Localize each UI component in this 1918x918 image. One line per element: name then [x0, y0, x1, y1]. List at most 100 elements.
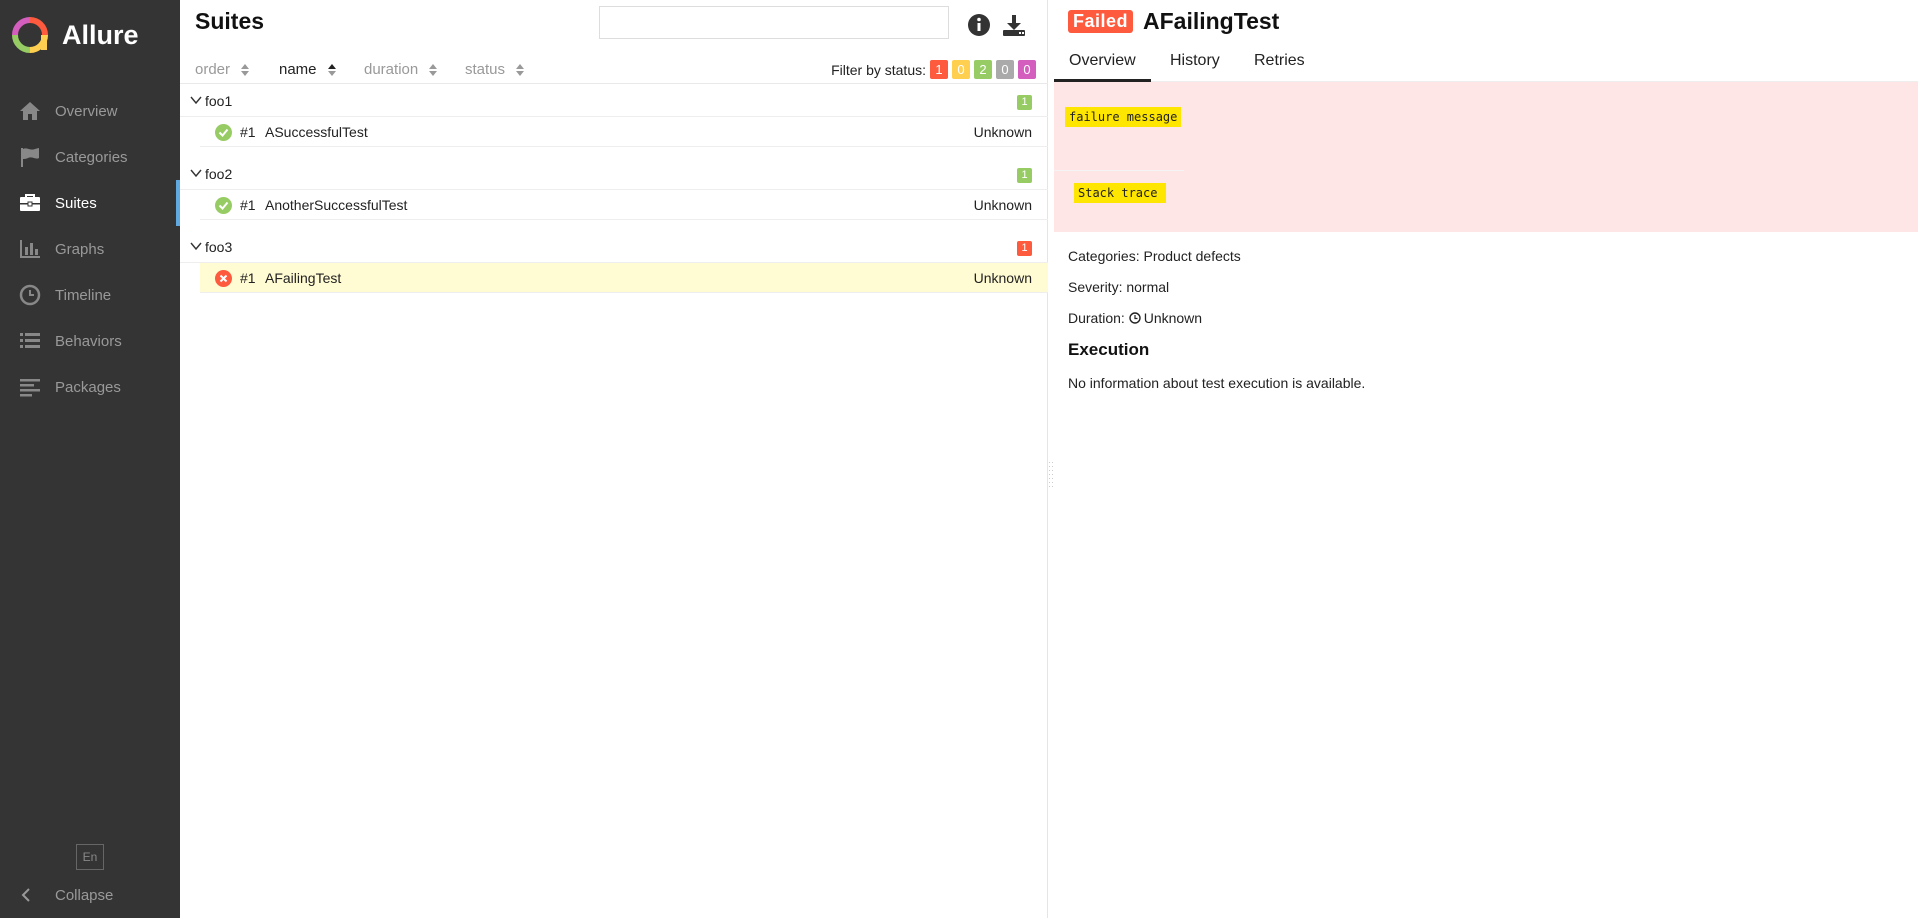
- allure-logo-icon: [12, 17, 48, 53]
- suite-group-foo3[interactable]: foo3 1: [180, 231, 1048, 263]
- passed-icon: [215, 124, 232, 141]
- align-left-icon: [20, 379, 40, 397]
- flag-icon: [21, 148, 39, 167]
- brand[interactable]: Allure: [0, 0, 180, 70]
- search-input[interactable]: [599, 6, 949, 39]
- execution-text: No information about test execution is a…: [1068, 375, 1366, 391]
- chevron-down-icon: [190, 96, 202, 105]
- suite-group-foo1[interactable]: foo1 1: [180, 85, 1048, 117]
- test-number: #1: [240, 270, 256, 286]
- sidebar-item-label: Behaviors: [55, 332, 122, 350]
- table-row[interactable]: #1 ASuccessfulTest Unknown: [200, 117, 1048, 147]
- filter-unknown[interactable]: 0: [1018, 60, 1036, 79]
- collapse-label: Collapse: [55, 886, 114, 904]
- filter-skipped[interactable]: 0: [996, 60, 1014, 79]
- test-number: #1: [240, 197, 256, 213]
- severity-value: normal: [1126, 279, 1170, 295]
- test-name: ASuccessfulTest: [265, 124, 368, 140]
- sidebar-item-label: Categories: [55, 148, 128, 166]
- group-count: 1: [1017, 241, 1032, 256]
- testcase-header: Failed AFailingTest: [1068, 8, 1279, 35]
- sidebar-item-label: Suites: [55, 194, 97, 212]
- sidebar-item-suites[interactable]: Suites: [0, 180, 180, 226]
- test-number: #1: [240, 124, 256, 140]
- sidebar-item-timeline[interactable]: Timeline: [0, 272, 180, 318]
- duration-field: Duration: Unknown: [1068, 310, 1202, 326]
- passed-icon: [215, 197, 232, 214]
- sort-label: duration: [364, 61, 419, 78]
- sidebar-item-overview[interactable]: Overview: [0, 88, 180, 134]
- sort-status[interactable]: status: [465, 61, 525, 78]
- briefcase-icon: [20, 194, 40, 211]
- error-divider: [1054, 170, 1184, 171]
- sort-label: order: [195, 61, 231, 78]
- filter-label: Filter by status:: [831, 61, 926, 78]
- chevron-down-icon: [190, 169, 202, 178]
- download-icon[interactable]: [1002, 13, 1026, 37]
- group-name: foo1: [205, 93, 233, 109]
- duration-label: Duration:: [1068, 310, 1125, 326]
- list-icon: [20, 333, 40, 348]
- bar-chart-icon: [20, 240, 40, 258]
- sort-order[interactable]: order: [195, 61, 250, 78]
- sort-arrows-icon: [516, 63, 525, 76]
- sort-arrows-icon: [241, 63, 250, 76]
- test-name: AFailingTest: [265, 270, 342, 286]
- test-duration: Unknown: [973, 270, 1032, 286]
- filter-passed[interactable]: 2: [974, 60, 992, 79]
- group-count: 1: [1017, 95, 1032, 110]
- categories-value: Product defects: [1143, 248, 1241, 264]
- sort-name[interactable]: name: [279, 61, 337, 78]
- chevron-left-icon: [21, 888, 30, 902]
- tab-history[interactable]: History: [1155, 52, 1235, 82]
- sidebar: Allure Overview Categories Suites Graphs…: [0, 0, 180, 918]
- severity-field: Severity: normal: [1068, 279, 1169, 295]
- sidebar-item-graphs[interactable]: Graphs: [0, 226, 180, 272]
- duration-value: Unknown: [1143, 310, 1203, 326]
- info-icon[interactable]: [967, 13, 991, 37]
- page-title: Suites: [195, 8, 265, 34]
- sort-label: status: [465, 61, 506, 78]
- table-row[interactable]: #1 AFailingTest Unknown: [200, 263, 1048, 293]
- filter-failed[interactable]: 1: [930, 60, 948, 79]
- test-duration: Unknown: [973, 124, 1032, 140]
- sidebar-item-packages[interactable]: Packages: [0, 364, 180, 410]
- failed-icon: [215, 270, 232, 287]
- group-name: foo2: [205, 166, 233, 182]
- test-name: AnotherSuccessfulTest: [265, 197, 408, 213]
- stack-trace-toggle[interactable]: Stack trace: [1074, 183, 1167, 203]
- failure-details: failure message Stack trace: [1054, 82, 1918, 232]
- sidebar-item-categories[interactable]: Categories: [0, 134, 180, 180]
- status-filter: Filter by status: 1 0 2 0 0: [831, 60, 1036, 79]
- sort-arrows-icon: [327, 63, 336, 76]
- sidebar-item-label: Overview: [55, 102, 118, 120]
- tab-overview[interactable]: Overview: [1054, 52, 1151, 82]
- brand-name: Allure: [62, 19, 139, 50]
- home-icon: [20, 102, 40, 120]
- sidebar-nav: Overview Categories Suites Graphs Timeli…: [0, 88, 180, 410]
- categories-field: Categories: Product defects: [1068, 248, 1241, 264]
- tab-retries[interactable]: Retries: [1239, 52, 1320, 82]
- suite-group-foo2[interactable]: foo2 1: [180, 158, 1048, 190]
- sidebar-item-behaviors[interactable]: Behaviors: [0, 318, 180, 364]
- failure-message: failure message: [1065, 107, 1182, 127]
- collapse-button[interactable]: Collapse: [18, 884, 113, 906]
- clock-icon: [1129, 312, 1141, 324]
- status-badge: Failed: [1068, 10, 1134, 33]
- language-switch[interactable]: En: [76, 844, 104, 870]
- sort-duration[interactable]: duration: [364, 61, 438, 78]
- sort-label: name: [279, 61, 317, 78]
- sidebar-item-label: Timeline: [55, 286, 112, 304]
- categories-label: Categories:: [1068, 248, 1140, 264]
- severity-label: Severity:: [1068, 279, 1123, 295]
- table-row[interactable]: #1 AnotherSuccessfulTest Unknown: [200, 190, 1048, 220]
- test-duration: Unknown: [973, 197, 1032, 213]
- sort-arrows-icon: [429, 63, 438, 76]
- clock-icon: [19, 284, 41, 306]
- sidebar-item-label: Packages: [55, 378, 121, 396]
- filter-broken[interactable]: 0: [952, 60, 970, 79]
- group-count: 1: [1017, 168, 1032, 183]
- testcase-title: AFailingTest: [1143, 8, 1280, 34]
- sort-bar: order name duration status Filter by sta…: [180, 54, 1048, 84]
- group-name: foo3: [205, 239, 233, 255]
